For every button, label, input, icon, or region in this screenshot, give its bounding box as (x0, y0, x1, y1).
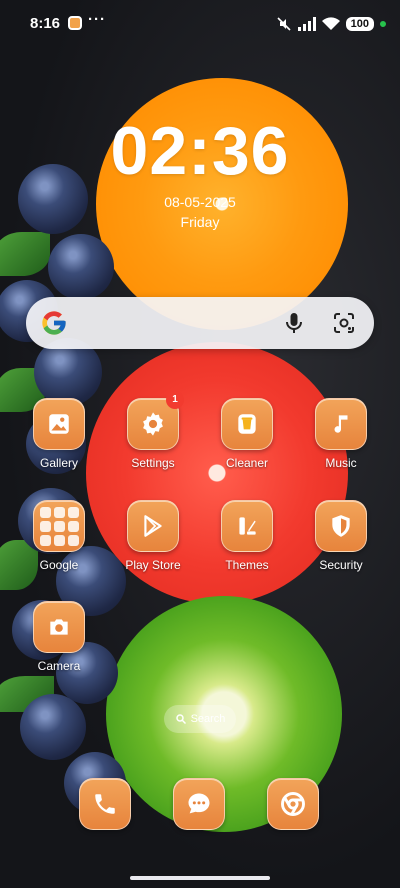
google-logo-icon (42, 311, 66, 335)
privacy-dot-icon (380, 21, 386, 27)
app-security[interactable]: Security (301, 500, 381, 572)
google-search-bar[interactable] (26, 297, 374, 349)
app-music[interactable]: Music (301, 398, 381, 470)
app-label: Security (319, 558, 363, 572)
app-label: Camera (37, 659, 81, 673)
wifi-icon (321, 17, 340, 30)
battery-icon: 100 (345, 17, 374, 31)
dock-messages[interactable] (173, 778, 225, 830)
music-note-icon (315, 398, 367, 450)
dock-phone[interactable] (79, 778, 131, 830)
app-cleaner[interactable]: Cleaner (207, 398, 287, 470)
gear-icon: 1 (127, 391, 184, 450)
app-themes[interactable]: Themes (207, 500, 287, 572)
mute-icon (277, 17, 291, 31)
clock-time[interactable]: 02:36 (0, 112, 400, 190)
chrome-icon (281, 792, 305, 816)
folder-icon (33, 500, 85, 552)
app-folder-google[interactable]: Google (19, 500, 99, 572)
leaf-image (0, 232, 50, 276)
app-label: Themes (225, 558, 269, 572)
app-label: Music (325, 456, 357, 470)
gallery-icon (33, 398, 85, 450)
status-bar: 8:16 ··· 100 (0, 0, 400, 48)
app-gallery[interactable]: Gallery (19, 398, 99, 470)
signal-icon (297, 17, 316, 31)
app-label: Play Store (125, 558, 181, 572)
app-label: Gallery (39, 456, 78, 470)
dock-chrome[interactable] (267, 778, 319, 830)
clock-day: Friday (180, 214, 220, 230)
themes-icon (221, 500, 273, 552)
more-notifications-icon: ··· (88, 11, 106, 28)
app-settings[interactable]: 1 Settings (113, 391, 193, 470)
home-search-pill[interactable]: Search (164, 705, 236, 733)
app-play-store[interactable]: Play Store (113, 500, 193, 572)
blueberry-image (20, 694, 86, 760)
blueberry-image (48, 234, 114, 300)
microphone-icon[interactable] (282, 311, 306, 335)
notification-badge: 1 (166, 391, 184, 409)
shield-icon (315, 500, 367, 552)
trash-icon (221, 398, 273, 450)
camera-icon (33, 601, 85, 653)
app-label: Cleaner (225, 456, 269, 470)
app-label: Settings (131, 456, 175, 470)
home-search-label: Search (190, 713, 226, 725)
google-lens-icon[interactable] (332, 311, 356, 335)
home-gesture-bar[interactable] (130, 876, 270, 880)
notification-app-icon (68, 16, 82, 30)
status-time: 8:16 (30, 15, 61, 32)
phone-icon (95, 794, 115, 814)
app-label: Google (39, 558, 79, 572)
play-store-icon (127, 500, 179, 552)
search-icon (175, 714, 186, 725)
app-camera[interactable]: Camera (19, 601, 99, 673)
message-icon (188, 793, 210, 814)
clock-date: 08-05-2025 (164, 194, 236, 210)
